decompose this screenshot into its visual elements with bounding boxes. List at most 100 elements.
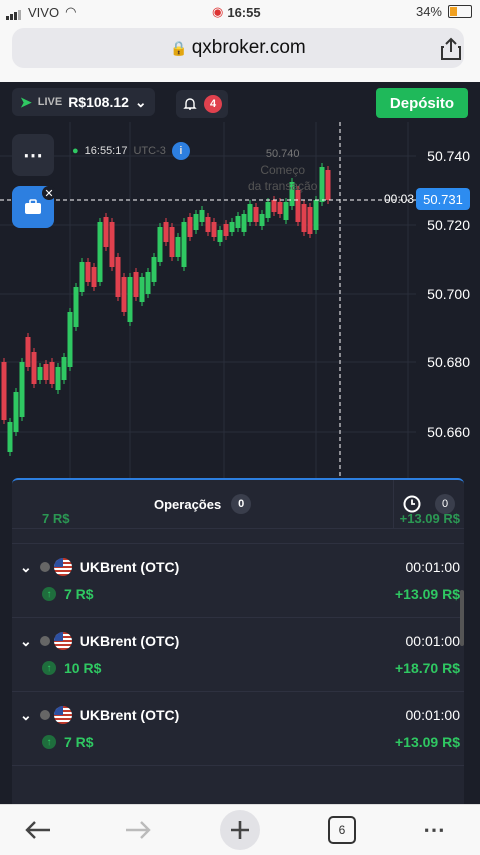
trade-duration: 00:01:00 — [405, 633, 461, 649]
candle-body — [169, 227, 175, 257]
candle-body — [253, 207, 259, 222]
candle-body — [43, 364, 49, 380]
candle-body — [205, 217, 211, 232]
trade-amount: 7 R$ — [64, 734, 94, 750]
trade-profit: +13.09 R$ — [395, 586, 460, 602]
candle-body — [223, 224, 229, 236]
account-balance: R$108.12 — [68, 94, 129, 110]
candle-body — [127, 277, 133, 322]
arrow-up-icon: ↑ — [42, 661, 56, 675]
share-icon[interactable] — [438, 36, 464, 62]
battery-icon — [448, 5, 472, 18]
candle-body — [61, 357, 67, 380]
candle-body — [211, 222, 217, 237]
trade-item[interactable]: ⌄ UKBrent (OTC) 00:01:00 ↑ 7 R$ +13.09 R$ — [12, 543, 464, 618]
back-button[interactable] — [18, 815, 58, 845]
url-text: qxbroker.com — [191, 37, 306, 58]
candle-body — [145, 272, 151, 294]
candle-body — [31, 352, 37, 384]
arrow-up-icon: ↑ — [42, 735, 56, 749]
trade-duration: 00:01:00 — [405, 707, 461, 723]
operations-panel: Operações 0 0 7 R$ +13.09 R$ ⌄ UKBrent (… — [12, 478, 464, 806]
close-icon[interactable]: ✕ — [42, 186, 56, 200]
browser-toolbar: 6 ⋯ — [0, 804, 480, 855]
trade-asset: UKBrent (OTC) — [79, 707, 180, 723]
candle-body — [1, 362, 7, 420]
trade-item[interactable]: ⌄ UKBrent (OTC) 00:01:00 ↑ 7 R$ +13.09 R$ — [12, 692, 464, 766]
bell-icon — [183, 98, 197, 110]
current-price-tag: 50.731 — [416, 188, 470, 210]
candle-body — [175, 237, 181, 257]
arrow-right-icon — [126, 821, 151, 839]
trade-asset: UKBrent (OTC) — [79, 559, 180, 575]
arrow-left-icon — [25, 821, 50, 839]
trade-profit: +13.09 R$ — [399, 511, 460, 526]
candle-body — [121, 277, 127, 312]
new-tab-button[interactable] — [220, 810, 260, 850]
candle-body — [247, 204, 253, 222]
candle-body — [307, 207, 313, 234]
trade-profit: +13.09 R$ — [395, 734, 460, 750]
browser-address-bar: 🔒 qxbroker.com — [0, 24, 480, 82]
signal-icon — [6, 5, 22, 20]
chevron-down-icon[interactable]: ⌄ — [20, 559, 32, 576]
candle-body — [67, 312, 73, 367]
tabs-count: 6 — [328, 816, 356, 844]
trade-asset: UKBrent (OTC) — [79, 633, 180, 649]
candle-body — [241, 214, 247, 232]
us-flag-icon — [53, 706, 72, 724]
deposit-button[interactable]: Depósito — [376, 88, 468, 118]
candle-body — [73, 287, 79, 327]
candle-body — [199, 210, 205, 222]
menu-button[interactable]: ⋯ — [12, 134, 54, 176]
candle-body — [19, 362, 25, 417]
battery-percent: 34% — [415, 4, 442, 19]
clock-label: 16:55 — [227, 4, 261, 20]
candle-body — [187, 217, 193, 237]
us-flag-icon — [53, 632, 72, 650]
chevron-down-icon[interactable]: ⌄ — [20, 633, 32, 650]
candle-body — [13, 392, 19, 432]
arrow-up-icon: ↑ — [42, 587, 56, 601]
candle-body — [115, 257, 121, 297]
candle-body — [229, 222, 235, 232]
price-axis-label: 50.680 — [427, 354, 470, 370]
alarm-icon: ◉ — [212, 4, 224, 19]
candle-body — [319, 167, 325, 202]
carrier-label: VIVO — [28, 4, 60, 20]
candle-body — [25, 337, 31, 367]
chevron-down-icon[interactable]: ⌄ — [20, 707, 32, 724]
trade-amount: 7 R$ — [64, 586, 94, 602]
trade-start-hint: 50.740 Começo da transação — [248, 148, 318, 193]
candle-body — [217, 230, 223, 242]
account-selector[interactable]: ➤ LIVE R$108.12 ⌄ — [12, 88, 155, 116]
more-button[interactable]: ⋯ — [414, 815, 454, 845]
chevron-down-icon: ⌄ — [134, 93, 147, 110]
live-dot-icon: ● — [72, 145, 79, 157]
candle-body — [277, 202, 283, 214]
trade-duration: 00:01:00 — [405, 559, 461, 575]
candle-countdown: 00:03 — [383, 192, 414, 206]
scrollbar[interactable] — [460, 590, 464, 646]
plus-icon — [231, 821, 249, 839]
notifications-button[interactable]: 4 — [176, 90, 228, 118]
candle-body — [151, 257, 157, 282]
trade-item[interactable]: ⌄ UKBrent (OTC) 00:01:00 ↑ 10 R$ +18.70 R… — [12, 618, 464, 692]
tabs-button[interactable]: 6 — [322, 815, 362, 845]
candle-body — [37, 367, 43, 380]
candlestick-chart — [0, 122, 416, 480]
info-icon[interactable]: i — [171, 142, 190, 160]
candle-body — [325, 170, 331, 200]
us-flag-icon — [53, 558, 72, 576]
candle-body — [235, 216, 241, 228]
trade-amount: 10 R$ — [64, 660, 102, 676]
toggle-icon — [39, 710, 50, 720]
candle-body — [109, 222, 115, 267]
url-field[interactable]: 🔒 qxbroker.com — [12, 28, 464, 68]
trade-profit: +18.70 R$ — [395, 660, 460, 676]
wifi-icon: ◠ — [65, 4, 77, 19]
candle-body — [7, 422, 13, 452]
toggle-icon — [39, 562, 50, 572]
forward-button[interactable] — [118, 815, 158, 845]
price-chart[interactable]: 50.740 Começo da transação ⋯ ✕ ● 16:55:1… — [0, 122, 480, 480]
